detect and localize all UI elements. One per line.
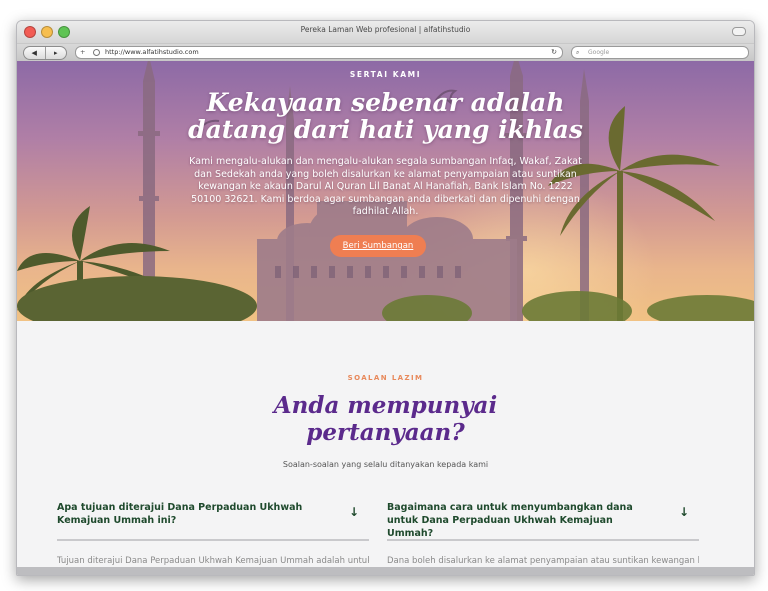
search-icon: ⌕ — [576, 49, 580, 56]
search-field[interactable]: ⌕ Google — [571, 46, 749, 59]
nav-buttons: ◀ ▸ — [23, 46, 67, 60]
faq-section: SOALAN LAZIM Anda mempunyai pertanyaan? … — [17, 321, 754, 575]
faq-item[interactable]: Bagaimana cara untuk menyumbangkan dana … — [387, 501, 699, 566]
browser-window: Pereka Laman Web profesional | alfatihst… — [16, 20, 755, 576]
hero-section: SERTAI KAMI Kekayaan sebenar adalah data… — [17, 61, 754, 321]
arrow-down-icon[interactable]: ↓ — [679, 505, 689, 519]
hero-title: Kekayaan sebenar adalah datang dari hati… — [188, 88, 583, 144]
forward-button[interactable]: ▸ — [46, 47, 67, 59]
reload-icon[interactable]: ↻ — [551, 47, 557, 58]
faq-subtitle: Soalan-soalan yang selalu ditanyakan kep… — [282, 460, 489, 469]
hero-kicker: SERTAI KAMI — [349, 70, 422, 79]
faq-divider — [387, 539, 699, 541]
title-bar: Pereka Laman Web profesional | alfatihst… — [17, 21, 754, 44]
add-bookmark-icon[interactable]: + — [80, 47, 85, 58]
browser-toolbar: ◀ ▸ + http://www.alfatihstudio.com ↻ ⌕ G… — [17, 44, 754, 62]
faq-item[interactable]: Apa tujuan diterajui Dana Perpaduan Ukhw… — [57, 501, 369, 566]
address-bar[interactable]: + http://www.alfatihstudio.com ↻ — [75, 46, 563, 59]
faq-question[interactable]: Bagaimana cara untuk menyumbangkan dana … — [387, 501, 657, 540]
hero-description: Kami mengalu-alukan dan mengalu-alukan s… — [189, 156, 582, 217]
window-title: Pereka Laman Web profesional | alfatihst… — [300, 25, 471, 34]
url-text[interactable]: http://www.alfatihstudio.com — [105, 47, 199, 58]
globe-icon — [93, 49, 100, 56]
faq-divider — [57, 539, 369, 541]
faq-answer: Dana boleh disalurkan ke alamat penyampa… — [387, 556, 699, 566]
faq-title: Anda mempunyai pertanyaan? — [273, 392, 498, 446]
faq-question[interactable]: Apa tujuan diterajui Dana Perpaduan Ukhw… — [57, 501, 327, 527]
arrow-down-icon[interactable]: ↓ — [349, 505, 359, 519]
window-bottom-edge — [17, 567, 754, 575]
faq-kicker: SOALAN LAZIM — [347, 374, 424, 382]
toolbar-toggle-button[interactable] — [732, 27, 746, 36]
back-button[interactable]: ◀ — [24, 47, 46, 59]
donate-button[interactable]: Beri Sumbangan — [330, 235, 426, 257]
faq-answer: Tujuan diterajui Dana Perpaduan Ukhwah K… — [57, 556, 369, 566]
search-placeholder: Google — [588, 49, 610, 56]
